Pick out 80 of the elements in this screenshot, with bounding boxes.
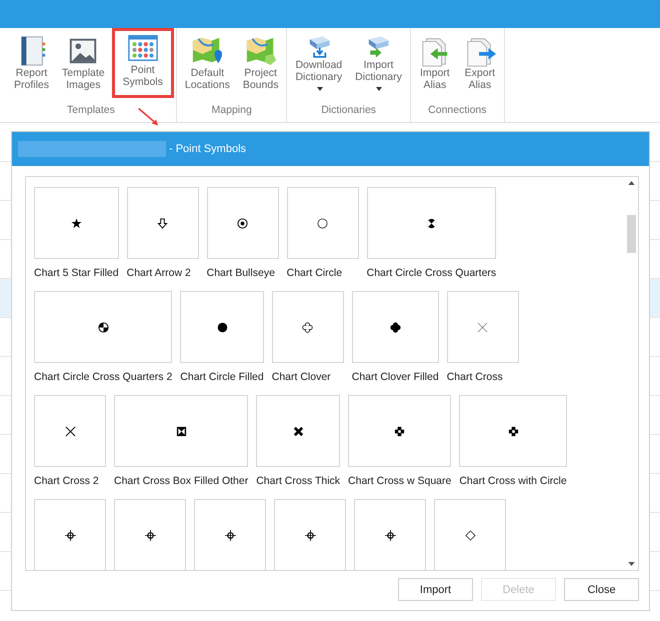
scroll-down-icon[interactable] [628,562,634,566]
group-label: Connections [428,103,487,118]
symbol-label: Chart Cross [446,371,504,383]
dialog-title: - Point Symbols [169,143,246,155]
group-label: Templates [67,103,115,118]
symbol-tile[interactable] [114,395,248,467]
dot-icon [216,322,228,332]
symbol-label: Chart Circle Cross Quarters 2 [34,371,172,383]
ribbon-button[interactable]: Default Locations [178,28,236,98]
symbol-label: Chart Cross with Circle [459,475,567,487]
symbol-label: Chart Bullseye [206,267,276,279]
symbol-tile[interactable] [194,499,266,570]
ribbon-button[interactable]: Point Symbols [112,28,174,98]
cross-icon [64,426,76,436]
symbol-label: Chart Circle [286,267,344,279]
symbol-tile[interactable] [366,187,496,259]
crosshair-icon [144,530,156,540]
scroll-thumb[interactable] [626,215,636,253]
crosshair-icon [224,530,236,540]
symbol-label: Chart Circle Filled [180,371,264,383]
circle-icon [317,218,328,228]
symbol-tile[interactable] [34,499,106,570]
hourglass-box-icon [176,426,187,436]
clover-icon [302,322,314,332]
symbol-tile[interactable] [256,395,340,467]
crosshair-icon [384,530,396,540]
bullseye-icon [237,218,248,228]
crosshair-icon [304,530,316,540]
symbol-label: Chart Cross 2 [34,475,100,487]
symbol-tile[interactable] [34,187,119,259]
crosshair-icon [64,530,76,540]
caret-icon [316,87,323,92]
quartered-circle-icon [98,322,109,332]
map-icon [244,35,277,67]
ribbon-button[interactable]: Report Profiles [8,28,56,98]
ribbon-button[interactable]: Template Images [56,28,111,98]
ribbon-button[interactable]: Download Dictionary [289,28,348,98]
symbol-tile[interactable] [286,187,359,259]
dialog-button[interactable]: Close [564,578,639,601]
clover-icon [390,322,401,332]
symbol-tile[interactable] [34,291,172,363]
grid-icon [126,32,159,64]
symbol-tile[interactable] [446,291,519,363]
caret-icon [376,87,382,92]
symbol-label: Chart Clover Filled [352,371,439,383]
cross-icon [477,322,488,332]
symbol-tile[interactable] [206,187,279,259]
diamond-icon [464,530,476,540]
cross-icon [508,426,519,436]
symbol-label: Chart 5 Star Filled [34,267,119,279]
symbol-tile[interactable] [434,499,506,570]
symbol-tile[interactable] [352,291,439,363]
dialog-button[interactable]: Import [398,578,473,601]
cross-icon [292,426,304,436]
scroll-up-icon[interactable] [628,181,634,185]
symbol-tile[interactable] [34,395,106,467]
symbol-label: Chart Arrow 2 [126,267,192,279]
quartered-circle-icon [426,218,437,228]
symbol-label: Chart Cross Thick [256,475,340,487]
ribbon-button[interactable]: Import Dictionary [349,28,408,98]
symbol-tile[interactable] [272,291,344,363]
down-arrow-icon [157,218,168,228]
symbol-tile[interactable] [126,187,199,259]
symbol-tile[interactable] [114,499,186,570]
symbol-label: Chart Circle Cross Quarters [366,267,496,279]
symbol-label: Chart Cross Box Filled Other [114,475,248,487]
symbol-label: Chart Clover [272,371,332,383]
symbol-tile[interactable] [274,499,346,570]
symbol-tile[interactable] [354,499,426,570]
symbol-tile[interactable] [459,395,567,467]
symbol-tile[interactable] [348,395,452,467]
symbol-tile[interactable] [180,291,264,363]
ribbon-button[interactable]: Import Alias [412,28,457,98]
ribbon-button[interactable]: Export Alias [458,28,502,98]
symbol-label: Chart Cross w Square [348,475,452,487]
star-icon [70,218,82,228]
group-label: Dictionaries [321,103,376,118]
cross-icon [394,426,406,436]
ribbon-button[interactable]: Project Bounds [236,28,284,98]
group-label: Mapping [212,103,252,118]
